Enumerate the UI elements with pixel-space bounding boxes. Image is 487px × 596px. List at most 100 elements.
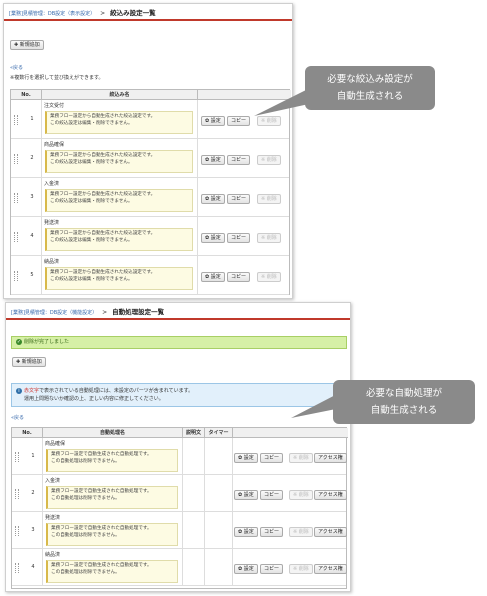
drag-handle-icon[interactable] — [15, 488, 19, 499]
back-link[interactable]: «戻る — [10, 64, 23, 71]
note-line2: この絞込設定は編集・削除できません。 — [50, 121, 133, 126]
auto-generated-note: 業務フロー設定で自動生成された自動処理です。 この自動処理は削除できません。 — [46, 560, 178, 583]
column-divider — [204, 438, 205, 474]
access-rights-button[interactable]: アクセス権 — [314, 489, 347, 500]
note-line2: この絞込設定は編集・削除できません。 — [50, 199, 133, 204]
column-divider — [197, 178, 198, 216]
callout-filter-auto-generated: 必要な絞込み設定が 自動生成される — [305, 66, 435, 110]
access-rights-button[interactable]: アクセス権 — [314, 452, 347, 463]
delete-button: ※ 削除 — [289, 452, 313, 463]
note-line1: 業務フロー設定から自動生成された絞込設定です。 — [50, 153, 156, 158]
callout-line2: 自動生成される — [370, 405, 438, 416]
settings-button[interactable]: ✿ 設定 — [234, 563, 258, 574]
settings-button[interactable]: ✿ 設定 — [201, 271, 225, 282]
row-number: 1 — [30, 115, 34, 122]
copy-button[interactable]: コピー — [260, 526, 284, 537]
auto-generated-note: 業務フロー設定で自動生成された自動処理です。 この自動処理は削除できません。 — [46, 449, 178, 472]
access-rights-button[interactable]: アクセス権 — [314, 563, 347, 574]
callout-line2: 自動生成される — [336, 91, 404, 102]
filter-name[interactable]: 入金済 — [44, 180, 59, 187]
column-divider — [41, 256, 42, 294]
auto-generated-note: 業務フロー設定から自動生成された絞込設定です。 この絞込設定は編集・削除できません… — [45, 150, 193, 173]
note-line1: 業務フロー設定から自動生成された絞込設定です。 — [50, 192, 156, 197]
column-divider — [42, 438, 43, 474]
column-divider — [232, 475, 233, 511]
column-divider — [41, 100, 42, 138]
note-line2: この絞込設定は編集・削除できません。 — [50, 160, 133, 165]
delete-button: ※ 削除 — [257, 154, 281, 165]
column-divider — [232, 438, 233, 474]
note-line2: この自動処理は削除できません。 — [51, 459, 120, 464]
table-row: 4 発送済 業務フロー設定から自動生成された絞込設定です。 この絞込設定は編集・削除で… — [11, 217, 289, 256]
column-divider — [41, 139, 42, 177]
settings-button[interactable]: ✿ 設定 — [234, 489, 258, 500]
row-number: 3 — [30, 193, 34, 200]
note-line1: 業務フロー設定で自動生成された自動処理です。 — [51, 489, 152, 494]
drag-handle-icon[interactable] — [15, 525, 19, 536]
breadcrumb[interactable]: [業務]見積管理：DB設定（機能設定） — [11, 310, 97, 316]
callout-process-auto-generated: 必要な自動処理が 自動生成される — [333, 380, 475, 424]
filter-name[interactable]: 発送済 — [44, 219, 59, 226]
filter-name[interactable]: 納品済 — [44, 258, 59, 265]
delete-button: ※ 削除 — [257, 232, 281, 243]
breadcrumb[interactable]: [業務]見積管理：DB設定（表示設定） — [9, 11, 95, 17]
settings-button[interactable]: ✿ 設定 — [201, 232, 225, 243]
copy-button[interactable]: コピー — [227, 271, 251, 282]
callout-line1: 必要な絞込み設定が — [327, 74, 413, 85]
column-header-description: 説明文 — [182, 428, 204, 438]
drag-handle-icon[interactable] — [15, 451, 19, 462]
note-line2: この絞込設定は編集・削除できません。 — [50, 277, 133, 282]
settings-button[interactable]: ✿ 設定 — [201, 115, 225, 126]
filter-name[interactable]: 注文受付 — [44, 102, 64, 109]
process-name[interactable]: 商品確保 — [45, 440, 65, 447]
drag-handle-icon[interactable] — [14, 231, 18, 242]
row-number: 5 — [30, 271, 34, 278]
column-divider — [232, 512, 233, 548]
copy-button[interactable]: コピー — [260, 563, 284, 574]
note-line1: 業務フロー設定から自動生成された絞込設定です。 — [50, 231, 156, 236]
copy-button[interactable]: コピー — [227, 193, 251, 204]
auto-process-settings-panel: [業務]見積管理：DB設定（機能設定） > 自動処理設定一覧 ✓ 削除が完了しまし… — [5, 302, 351, 592]
settings-button[interactable]: ✿ 設定 — [234, 452, 258, 463]
note-line1: 業務フロー設定で自動生成された自動処理です。 — [51, 526, 152, 531]
copy-button[interactable]: コピー — [260, 452, 284, 463]
note-line2: この自動処理は削除できません。 — [51, 533, 120, 538]
column-header-timer: タイマー — [204, 428, 232, 438]
settings-button[interactable]: ✿ 設定 — [201, 154, 225, 165]
copy-button[interactable]: コピー — [227, 232, 251, 243]
column-header-no: No. — [11, 90, 41, 100]
drag-handle-icon[interactable] — [14, 192, 18, 203]
page-title: 自動処理設定一覧 — [112, 308, 165, 316]
column-divider — [204, 512, 205, 548]
column-divider — [197, 139, 198, 177]
process-name[interactable]: 納品済 — [45, 551, 60, 558]
filter-name[interactable]: 商品確保 — [44, 141, 64, 148]
column-divider — [42, 549, 43, 585]
back-link[interactable]: «戻る — [11, 414, 24, 421]
process-name[interactable]: 発送済 — [45, 514, 60, 521]
drag-handle-icon[interactable] — [14, 114, 18, 125]
info-line1: で表示されている自動処理には、未設定のパーツが含まれています。 — [39, 388, 194, 394]
note-line1: 業務フロー設定で自動生成された自動処理です。 — [51, 563, 152, 568]
new-add-button[interactable]: ✚ 新規追加 — [10, 40, 44, 50]
drag-handle-icon[interactable] — [14, 153, 18, 164]
table-row: 5 納品済業務フロー設定から自動生成された絞込設定です。 この絞込設定は編集・削除で… — [11, 256, 289, 295]
check-circle-icon: ✓ — [16, 338, 22, 345]
column-divider — [42, 512, 43, 548]
settings-button[interactable]: ✿ 設定 — [234, 526, 258, 537]
table-row: 1 商品確保 業務フロー設定で自動生成された自動処理です。 この自動処理は削除できませ… — [12, 438, 347, 475]
delete-button: ※ 削除 — [257, 193, 281, 204]
new-add-button[interactable]: ✚ 新規追加 — [12, 357, 46, 367]
copy-button[interactable]: コピー — [260, 489, 284, 500]
settings-button[interactable]: ✿ 設定 — [201, 193, 225, 204]
column-divider — [232, 549, 233, 585]
auto-generated-note: 業務フロー設定で自動生成された自動処理です。 この自動処理は削除できません。 — [46, 486, 178, 509]
drag-handle-icon[interactable] — [15, 562, 19, 573]
access-rights-button[interactable]: アクセス権 — [314, 526, 347, 537]
process-name[interactable]: 入金済 — [45, 477, 60, 484]
copy-button[interactable]: コピー — [227, 154, 251, 165]
drag-handle-icon[interactable] — [14, 270, 18, 281]
success-message-text: 削除が完了しました — [24, 339, 70, 345]
auto-generated-note: 業務フロー設定から自動生成された絞込設定です。 この絞込設定は編集・削除できません… — [45, 267, 193, 290]
row-number: 2 — [30, 154, 34, 161]
